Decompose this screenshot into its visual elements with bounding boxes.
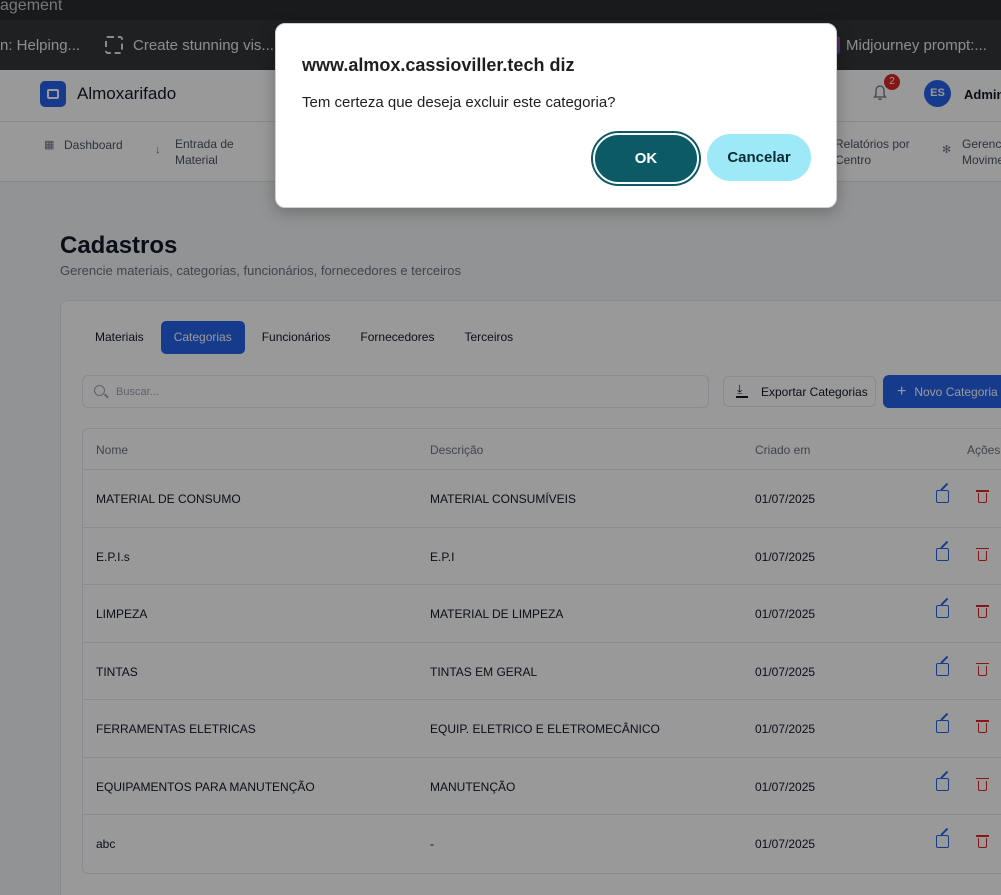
cancel-button[interactable]: Cancelar xyxy=(707,134,811,181)
ok-button[interactable]: OK xyxy=(593,133,699,184)
confirm-dialog: www.almox.cassioviller.tech diz Tem cert… xyxy=(275,23,837,208)
dialog-title: www.almox.cassioviller.tech diz xyxy=(302,55,575,75)
dialog-message: Tem certeza que deseja excluir este cate… xyxy=(302,94,616,111)
